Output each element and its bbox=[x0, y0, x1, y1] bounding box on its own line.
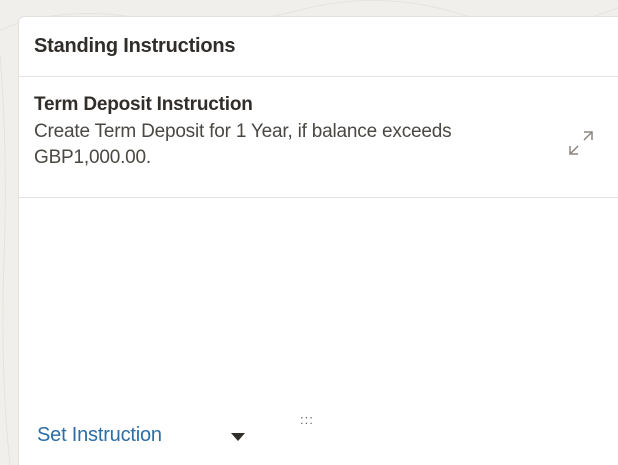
instruction-description: Create Term Deposit for 1 Year, if balan… bbox=[34, 121, 452, 168]
drag-handle[interactable]: ::: bbox=[300, 412, 314, 427]
expand-icon bbox=[569, 131, 593, 155]
set-instruction-link[interactable]: Set Instruction bbox=[37, 424, 162, 447]
instruction-title: Term Deposit Instruction bbox=[34, 94, 253, 115]
expand-button[interactable] bbox=[565, 127, 597, 159]
card-footer: Set Instruction ::: bbox=[19, 412, 618, 459]
set-instruction-dropdown[interactable] bbox=[228, 429, 248, 445]
standing-instructions-card: Standing Instructions Term Deposit Instr… bbox=[18, 16, 618, 465]
caret-down-icon bbox=[231, 432, 245, 441]
page: Standing Instructions Term Deposit Instr… bbox=[0, 0, 618, 465]
card-header: Standing Instructions bbox=[19, 17, 618, 77]
instruction-item[interactable]: Term Deposit Instruction Create Term Dep… bbox=[19, 77, 618, 198]
card-title: Standing Instructions bbox=[34, 35, 236, 57]
